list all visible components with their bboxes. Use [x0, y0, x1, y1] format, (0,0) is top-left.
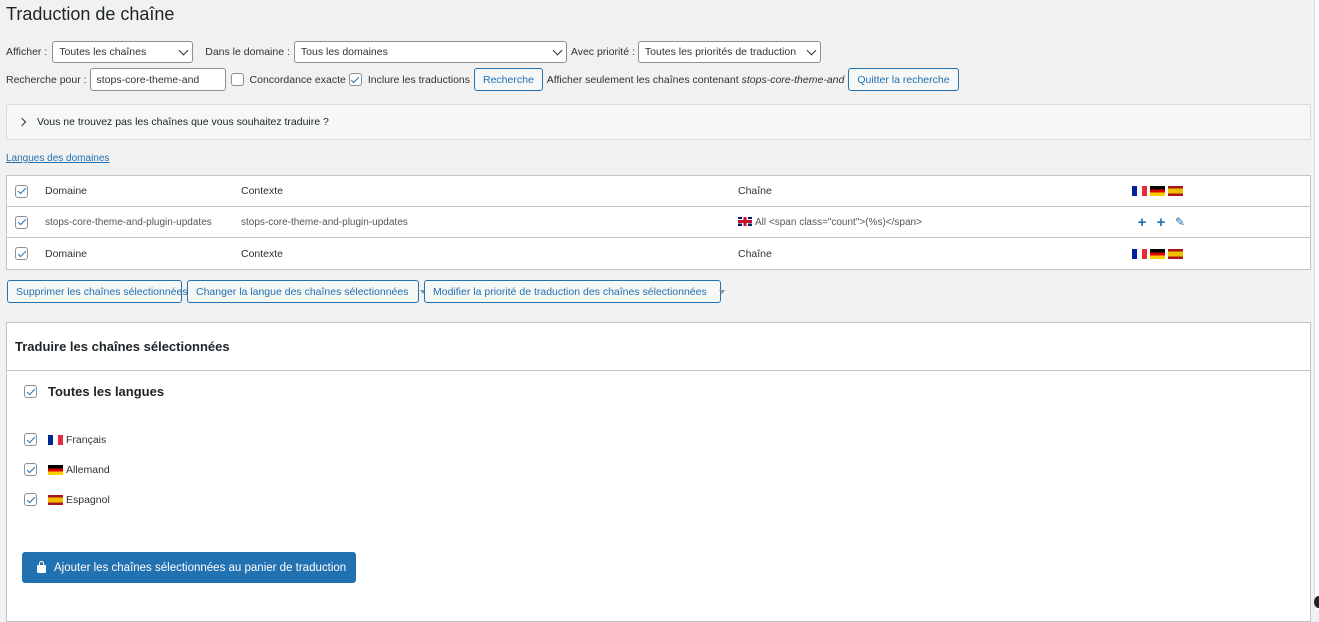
chevron-down-icon	[806, 45, 817, 55]
language-label-es: Espagnol	[66, 493, 110, 506]
show-select[interactable]: Toutes les chaînes	[52, 41, 194, 63]
show-select-value: Toutes les chaînes	[59, 46, 147, 58]
domain-select-value: Tous les domaines	[300, 46, 388, 58]
change-priority-label: Modifier la priorité de traduction des c…	[433, 285, 707, 298]
filter-row: Afficher : Toutes les chaînes Dans le do…	[6, 41, 821, 63]
language-option-fr: Français	[24, 433, 106, 446]
select-all-checkbox[interactable]	[15, 184, 28, 198]
delete-selected-button[interactable]: Supprimer les chaînes sélectionnées	[7, 280, 188, 303]
fr-flag-icon	[1132, 248, 1147, 259]
table-footer-row: Domaine Contexte Chaîne	[7, 238, 1310, 269]
basket-icon	[37, 560, 46, 573]
change-language-label: Changer la langue des chaînes sélectionn…	[196, 285, 409, 298]
domain-label: Dans le domaine :	[205, 46, 290, 58]
domain-select[interactable]: Tous les domaines	[293, 41, 567, 63]
uk-flag-icon	[738, 217, 752, 227]
language-flags	[1132, 248, 1183, 259]
search-info-text: Afficher seulement les chaînes contenant	[546, 73, 739, 86]
column-footer-string[interactable]: Chaîne	[738, 248, 772, 260]
translate-panel: Traduire les chaînes sélectionnées Toute…	[6, 322, 1311, 622]
add-to-basket-label: Ajouter les chaînes sélectionnées au pan…	[54, 561, 347, 574]
chevron-down-icon	[552, 45, 563, 55]
pencil-icon[interactable]: ✎	[1172, 215, 1188, 229]
select-all-checkbox[interactable]	[15, 247, 28, 260]
language-flags	[1132, 186, 1183, 196]
all-languages-label: Toutes les langues	[48, 384, 165, 399]
include-translations-checkbox[interactable]	[348, 73, 362, 86]
fr-flag-icon	[48, 434, 63, 445]
bulk-actions: Supprimer les chaînes sélectionnées Chan…	[7, 280, 725, 303]
de-flag-icon	[1150, 186, 1165, 196]
table-row: stops-core-theme-and-plugin-updates stop…	[7, 207, 1310, 238]
panel-title: Traduire les chaînes sélectionnées	[7, 323, 1310, 371]
row-domain: stops-core-theme-and-plugin-updates	[45, 216, 212, 228]
search-button[interactable]: Recherche	[474, 68, 543, 91]
show-label: Afficher :	[6, 46, 48, 58]
language-option-de: Allemand	[24, 463, 110, 476]
missing-strings-toggle[interactable]: Vous ne trouvez pas les chaînes que vous…	[6, 104, 1311, 140]
es-flag-icon	[1168, 248, 1183, 259]
add-translation-icon[interactable]: +	[1134, 215, 1150, 230]
caret-down-icon	[718, 289, 725, 294]
row-actions: + + ✎	[1134, 215, 1188, 230]
exact-match-label: Concordance exacte	[249, 73, 346, 86]
notice-text: Vous ne trouvez pas les chaînes que vous…	[37, 116, 329, 128]
fr-flag-icon	[1132, 186, 1147, 196]
scrollbar[interactable]	[1314, 0, 1319, 610]
add-translation-icon[interactable]: +	[1153, 215, 1169, 230]
search-input-value: stops-core-theme-and	[96, 73, 200, 86]
language-checkbox-es[interactable]	[24, 493, 37, 506]
add-to-basket-button[interactable]: Ajouter les chaînes sélectionnées au pan…	[22, 552, 356, 583]
quit-search-button[interactable]: Quitter la recherche	[848, 68, 959, 91]
language-checkbox-de[interactable]	[24, 463, 37, 476]
row-checkbox[interactable]	[15, 215, 28, 229]
es-flag-icon	[1168, 186, 1183, 196]
column-header-domain[interactable]: Domaine	[45, 185, 87, 197]
search-row: Recherche pour : stops-core-theme-and Co…	[6, 68, 959, 91]
row-context: stops-core-theme-and-plugin-updates	[241, 216, 408, 228]
language-checkbox-fr[interactable]	[24, 433, 37, 446]
column-header-context[interactable]: Contexte	[241, 185, 283, 197]
search-label: Recherche pour :	[6, 73, 87, 86]
include-translations-label: Inclure les traductions	[367, 73, 470, 86]
search-info-term: stops-core-theme-and	[741, 73, 845, 86]
row-string: All <span class="count">(%s)</span>	[738, 217, 922, 228]
all-languages-checkbox[interactable]	[24, 385, 37, 398]
exact-match-checkbox[interactable]	[230, 73, 244, 86]
column-header-string[interactable]: Chaîne	[738, 185, 772, 197]
domains-languages-link[interactable]: Langues des domaines	[6, 153, 109, 164]
column-footer-context[interactable]: Contexte	[241, 248, 283, 260]
language-option-es: Espagnol	[24, 493, 110, 506]
search-input[interactable]: stops-core-theme-and	[89, 68, 226, 91]
change-priority-button[interactable]: Modifier la priorité de traduction des c…	[424, 280, 725, 303]
all-languages-option: Toutes les langues	[24, 384, 164, 399]
de-flag-icon	[1150, 248, 1165, 259]
de-flag-icon	[48, 464, 63, 475]
row-string-text: All <span class="count">(%s)</span>	[755, 216, 922, 228]
es-flag-icon	[48, 494, 63, 505]
language-label-fr: Français	[66, 433, 107, 446]
priority-select-value: Toutes les priorités de traduction	[644, 46, 797, 58]
priority-select[interactable]: Toutes les priorités de traduction	[637, 41, 821, 63]
strings-table: Domaine Contexte Chaîne stops-core-theme…	[6, 175, 1311, 270]
priority-label: Avec priorité :	[570, 46, 635, 58]
chevron-right-icon	[17, 117, 27, 127]
cursor-icon	[1314, 596, 1319, 608]
change-language-button[interactable]: Changer la langue des chaînes sélectionn…	[187, 280, 427, 303]
column-footer-domain[interactable]: Domaine	[45, 248, 87, 260]
table-header-row: Domaine Contexte Chaîne	[7, 176, 1310, 207]
page-title: Traduction de chaîne	[6, 4, 175, 24]
language-label-de: Allemand	[66, 463, 110, 476]
chevron-down-icon	[178, 45, 189, 55]
